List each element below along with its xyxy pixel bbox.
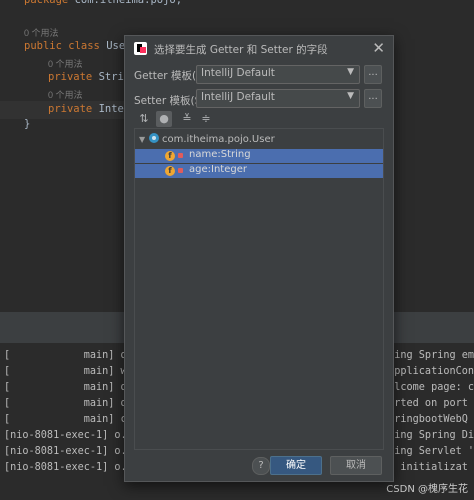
getter-template-select[interactable]: IntelliJ Default ▼: [196, 65, 360, 84]
chevron-down-icon: ▼: [347, 67, 354, 77]
log-line: [ main] w.s: [4, 366, 139, 377]
intellij-app-icon: [134, 42, 147, 55]
log-line: [ main] o.s: [4, 398, 139, 409]
class-icon: [149, 133, 159, 143]
field-icon: f: [165, 166, 175, 176]
cancel-button[interactable]: 取消: [330, 456, 382, 475]
log-line: [nio-8081-exec-1] o.s: [4, 446, 133, 457]
log-line: [nio-8081-exec-1] o.s: [4, 462, 133, 473]
field-label: age:Integer: [189, 164, 247, 175]
log-line: [ main] o.s: [4, 382, 139, 393]
setter-template-value: IntelliJ Default: [201, 91, 275, 103]
log-line-tail: ed initializat: [382, 462, 468, 473]
sort-alphabetically-icon[interactable]: ⇅: [136, 111, 152, 127]
usage-hint: 0 个用法: [48, 90, 83, 100]
getter-template-value: IntelliJ Default: [201, 67, 275, 79]
dialog-title: 选择要生成 Getter 和 Setter 的字段: [154, 44, 328, 56]
field-tree[interactable]: ▼ com.itheima.pojo.User f name:String f a…: [134, 128, 384, 450]
log-line: [ main] c.i: [4, 414, 139, 425]
log-line-tail: SpringbootWebQ: [382, 414, 468, 425]
help-button[interactable]: ?: [252, 457, 270, 475]
usage-hint: 0 个用法: [24, 28, 59, 38]
log-line-tail: welcome page: c: [382, 382, 474, 393]
generate-getter-setter-dialog: 选择要生成 Getter 和 Setter 的字段 ✕ Getter 模板(G)…: [124, 35, 394, 482]
ok-button[interactable]: 确定: [270, 456, 322, 475]
close-icon[interactable]: ✕: [372, 39, 385, 57]
private-lock-icon: [178, 168, 183, 173]
class-keyword: public class: [24, 40, 100, 52]
log-line: [ main] o.a: [4, 350, 139, 361]
setter-template-more-button[interactable]: ...: [364, 89, 382, 108]
field-icon: f: [165, 151, 175, 161]
closing-brace: }: [24, 118, 31, 130]
tree-item-field[interactable]: f age:Integer: [135, 164, 383, 178]
log-line: [nio-8081-exec-1] o.a: [4, 430, 133, 441]
tree-root-class[interactable]: ▼ com.itheima.pojo.User: [139, 133, 275, 147]
collapse-all-icon[interactable]: ≑: [198, 111, 214, 127]
log-line-tail: tarted on port: [382, 398, 468, 409]
editor-gutter: [0, 0, 20, 312]
log-line-tail: izing Spring em: [382, 350, 474, 361]
show-inherited-icon[interactable]: ●: [156, 111, 172, 127]
chevron-down-icon[interactable]: ▼: [139, 135, 149, 144]
tree-item-field[interactable]: f name:String: [135, 149, 383, 163]
getter-template-more-button[interactable]: ...: [364, 65, 382, 84]
dialog-title-bar[interactable]: 选择要生成 Getter 和 Setter 的字段 ✕: [125, 36, 393, 62]
chevron-down-icon: ▼: [347, 91, 354, 101]
code-line-package: package com.itheima.pojo;: [24, 0, 183, 6]
log-line-tail: izing Servlet ': [382, 446, 474, 457]
usage-hint: 0 个用法: [48, 59, 83, 69]
tree-root-label: com.itheima.pojo.User: [162, 134, 275, 145]
log-line-tail: izing Spring Di: [382, 430, 474, 441]
watermark: CSDN @槐序生花: [386, 484, 468, 495]
code-line-class: public class User: [24, 40, 131, 52]
private-keyword: private: [48, 71, 93, 83]
setter-template-select[interactable]: IntelliJ Default ▼: [196, 89, 360, 108]
expand-all-icon[interactable]: ≚: [179, 111, 195, 127]
field-label: name:String: [189, 149, 251, 160]
private-lock-icon: [178, 153, 183, 158]
private-keyword: private: [48, 103, 93, 115]
log-line-tail: bApplicationCon: [382, 366, 474, 377]
